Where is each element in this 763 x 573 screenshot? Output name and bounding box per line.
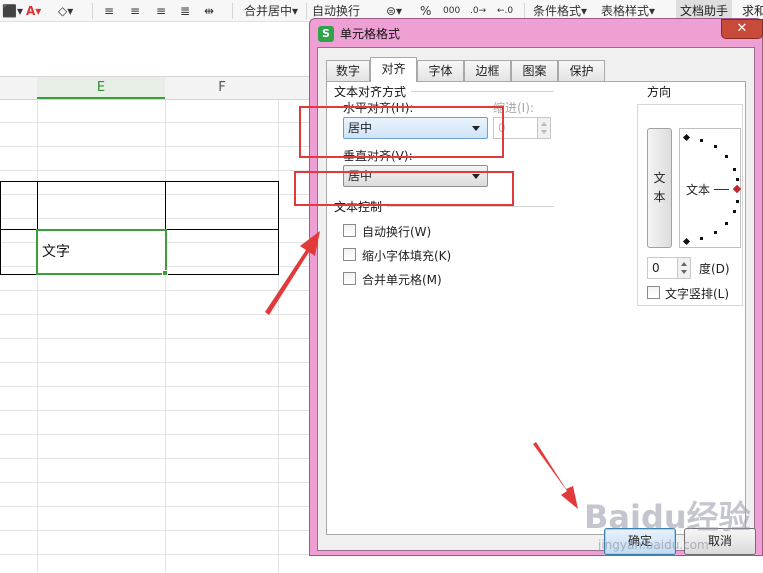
tab-alignment[interactable]: 对齐 (370, 57, 417, 82)
baidu-watermark: Baidu经验 (584, 498, 751, 536)
arrow-to-ok (533, 442, 578, 509)
annotation-arrows (265, 231, 578, 509)
watermark-url: jingyan.baidu.com (598, 538, 709, 552)
arrow-to-alignment (265, 231, 320, 315)
